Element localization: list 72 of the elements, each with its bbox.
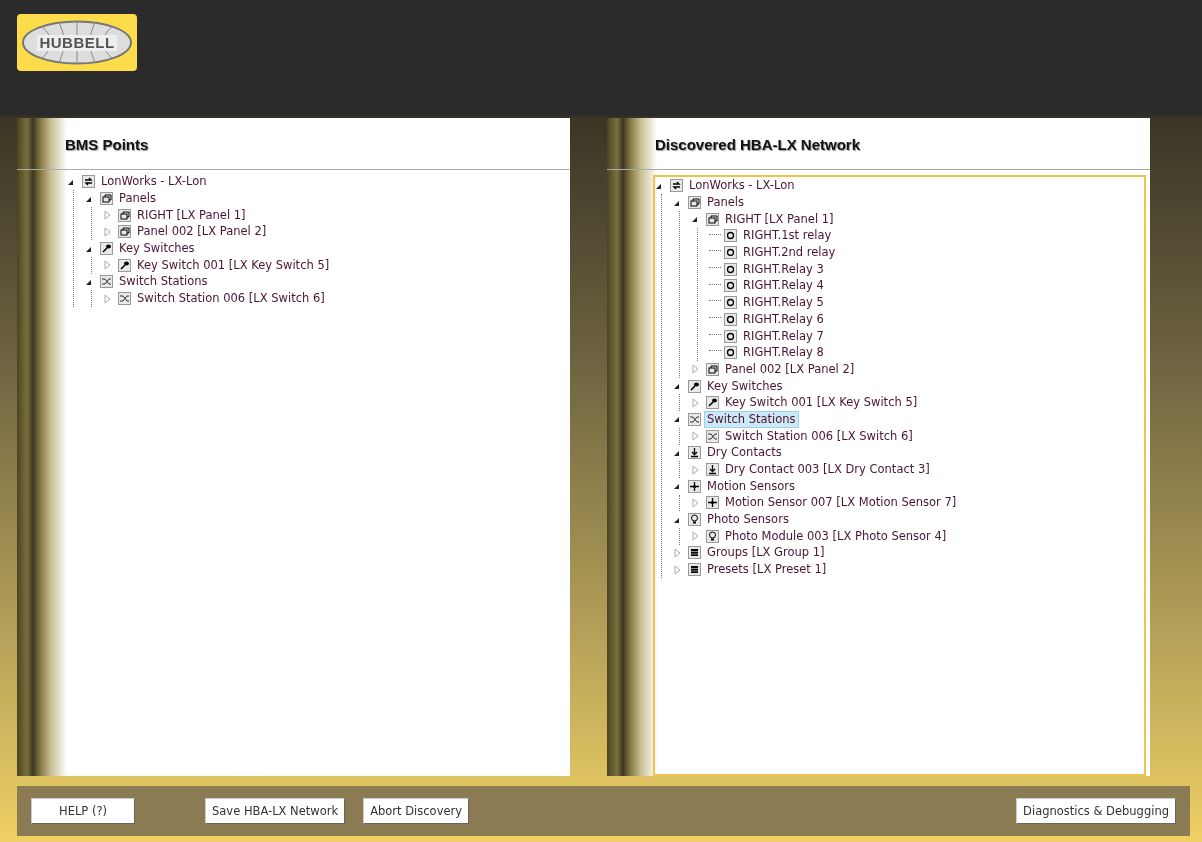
- relay-icon: [724, 279, 737, 293]
- logo: HUBBELL: [17, 14, 137, 71]
- relay-icon: [724, 296, 737, 310]
- tree-item[interactable]: Groups [LX Group 1]: [704, 544, 828, 562]
- network-arrows-icon: [670, 179, 683, 193]
- tree-item[interactable]: Panel 002 [LX Panel 2]: [722, 360, 858, 378]
- tree-item[interactable]: Panels: [704, 194, 747, 212]
- panel-icon: [688, 196, 701, 210]
- tree-item[interactable]: RIGHT.Relay 7: [740, 327, 827, 345]
- network-arrows-icon: [82, 175, 95, 189]
- tree-item[interactable]: RIGHT.2nd relay: [740, 244, 839, 262]
- key-icon: [118, 258, 131, 272]
- tree-item[interactable]: Photo Sensors: [704, 511, 792, 529]
- shuffle-icon: [688, 412, 701, 426]
- action-button[interactable]: Diagnostics & Debugging: [1016, 798, 1176, 824]
- crosshair-icon: [706, 496, 719, 510]
- grid-icon: [688, 546, 701, 560]
- tree-item[interactable]: RIGHT.1st relay: [740, 227, 835, 245]
- tree-item[interactable]: Motion Sensor 007 [LX Motion Sensor 7]: [722, 494, 960, 512]
- tree-item[interactable]: LonWorks - LX-Lon: [686, 177, 798, 195]
- download-arrow-icon: [688, 446, 701, 460]
- shuffle-icon: [100, 275, 113, 289]
- action-button[interactable]: Abort Discovery: [363, 798, 470, 824]
- tree-item[interactable]: RIGHT.Relay 5: [740, 294, 827, 312]
- tree-item[interactable]: Switch Stations: [116, 273, 211, 291]
- key-icon: [100, 242, 113, 256]
- relay-icon: [724, 329, 737, 343]
- tree-item[interactable]: Key Switch 001 [LX Key Switch 5]: [722, 394, 921, 412]
- relay-icon: [724, 246, 737, 260]
- panel-icon: [706, 212, 719, 226]
- tree-item[interactable]: RIGHT.Relay 3: [740, 260, 827, 278]
- relay-icon: [724, 346, 737, 360]
- panel-title: BMS Points: [65, 135, 150, 155]
- tree-item[interactable]: Switch Stations: [704, 410, 799, 428]
- tree-item[interactable]: Switch Station 006 [LX Switch 6]: [134, 290, 328, 308]
- tree-item[interactable]: Presets [LX Preset 1]: [704, 561, 830, 579]
- relay-icon: [724, 262, 737, 276]
- relay-icon: [724, 229, 737, 243]
- tree-item[interactable]: Motion Sensors: [704, 477, 799, 495]
- tree-item[interactable]: Panels: [116, 190, 159, 208]
- panel-icon: [118, 208, 131, 222]
- action-button[interactable]: HELP (?): [31, 798, 135, 824]
- tree-view[interactable]: [653, 174, 1146, 776]
- bulb-icon: [706, 529, 719, 543]
- tree-item[interactable]: RIGHT [LX Panel 1]: [134, 206, 249, 224]
- panel-icon: [118, 225, 131, 239]
- panel-icon: [100, 192, 113, 206]
- tree-item[interactable]: Photo Module 003 [LX Photo Sensor 4]: [722, 527, 950, 545]
- tree-item[interactable]: Switch Station 006 [LX Switch 6]: [722, 427, 916, 445]
- shuffle-icon: [118, 292, 131, 306]
- tree-item[interactable]: Panel 002 [LX Panel 2]: [134, 223, 270, 241]
- tree-item[interactable]: RIGHT.Relay 4: [740, 277, 827, 295]
- panel-icon: [706, 362, 719, 376]
- tree-item[interactable]: Key Switch 001 [LX Key Switch 5]: [134, 256, 333, 274]
- key-icon: [706, 396, 719, 410]
- tree-item[interactable]: LonWorks - LX-Lon: [98, 173, 210, 191]
- action-button[interactable]: Save HBA-LX Network: [205, 798, 346, 824]
- tree-item[interactable]: RIGHT.Relay 6: [740, 310, 827, 328]
- tree-item[interactable]: Key Switches: [704, 377, 786, 395]
- download-arrow-icon: [706, 463, 719, 477]
- bulb-icon: [688, 513, 701, 527]
- shuffle-icon: [706, 429, 719, 443]
- grid-icon: [688, 563, 701, 577]
- relay-icon: [724, 312, 737, 326]
- key-icon: [688, 379, 701, 393]
- tree-item[interactable]: Key Switches: [116, 240, 198, 258]
- panel-title: Discovered HBA-LX Network: [655, 135, 862, 155]
- tree-item[interactable]: RIGHT [LX Panel 1]: [722, 210, 837, 228]
- tree-item[interactable]: RIGHT.Relay 8: [740, 344, 827, 362]
- tree-item[interactable]: Dry Contacts: [704, 444, 785, 462]
- tree-item[interactable]: Dry Contact 003 [LX Dry Contact 3]: [722, 461, 933, 479]
- crosshair-icon: [688, 479, 701, 493]
